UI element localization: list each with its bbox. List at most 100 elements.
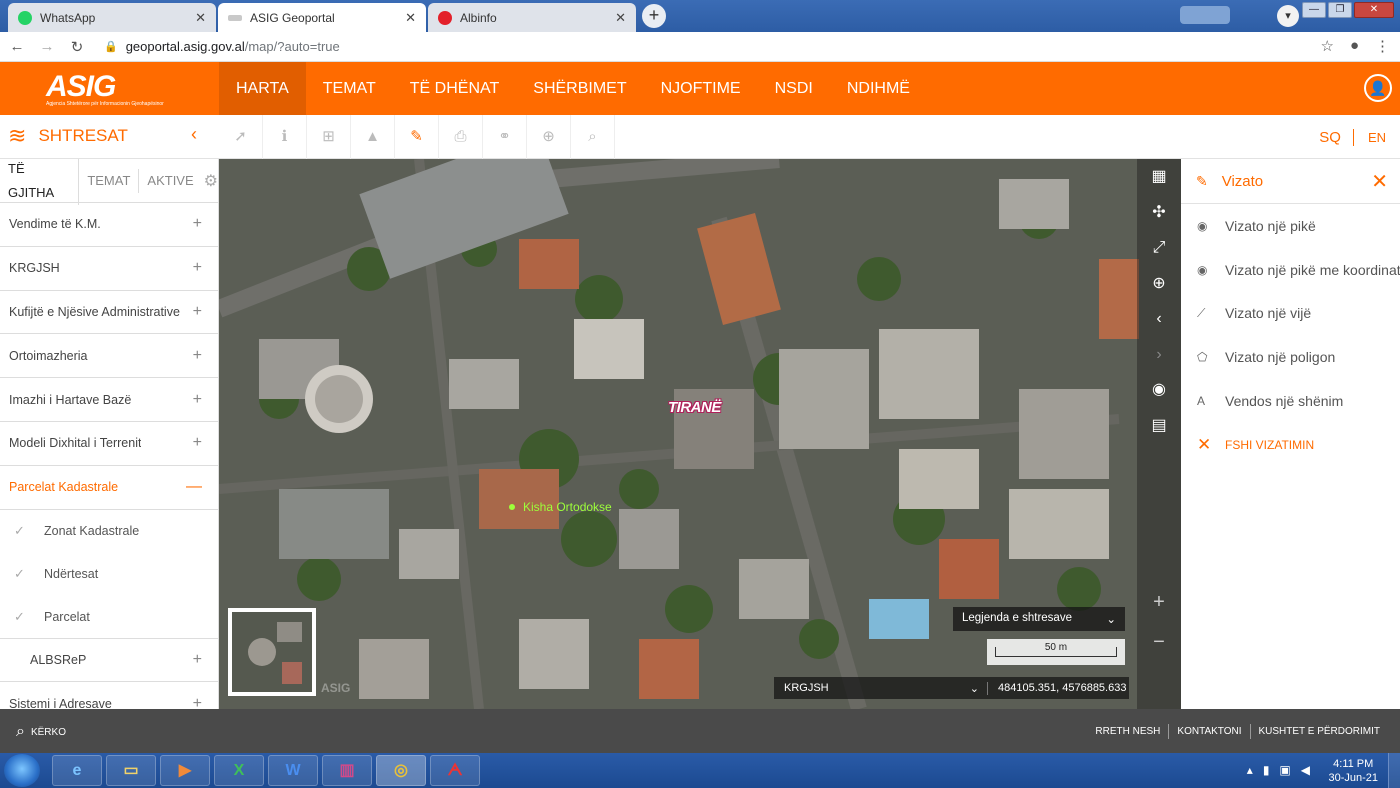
taskbar-clock[interactable]: 4:11 PM 30-Jun-21 bbox=[1328, 757, 1378, 785]
user-icon[interactable]: 👤 bbox=[1364, 74, 1392, 102]
back-icon[interactable]: ← bbox=[4, 38, 30, 55]
about-link[interactable]: RRETH NESH bbox=[1087, 724, 1168, 739]
nav-sherbimet[interactable]: SHËRBIMET bbox=[516, 62, 643, 115]
start-button[interactable] bbox=[4, 754, 40, 787]
expand-plus-icon[interactable]: + bbox=[193, 347, 202, 365]
volume-icon[interactable]: ◀ bbox=[1301, 763, 1310, 777]
overview-map[interactable] bbox=[228, 608, 316, 696]
grid-icon[interactable]: ▤ bbox=[1137, 408, 1181, 444]
close-icon[interactable]: ✕ bbox=[1371, 169, 1388, 194]
chrome-icon[interactable]: ◎ bbox=[376, 755, 426, 786]
expand-plus-icon[interactable]: + bbox=[193, 434, 202, 452]
draw-edit-icon[interactable]: ✎ bbox=[395, 115, 439, 159]
menu-dots-icon[interactable]: ⋮ bbox=[1375, 37, 1390, 55]
map-view[interactable]: ASIG TIRANË Kisha Ortodokse Legjenda e s… bbox=[219, 159, 1181, 709]
tab-albinfo[interactable]: Albinfo ✕ bbox=[428, 3, 636, 32]
search-icon[interactable]: ⌕ bbox=[571, 115, 615, 159]
check-icon[interactable]: ✓ bbox=[14, 609, 44, 625]
nav-harta[interactable]: HARTA bbox=[219, 62, 306, 115]
footer-search[interactable]: ⌕ KËRKO bbox=[16, 723, 66, 741]
draw-point-coords-button[interactable]: ◉ Vizato një pikë me koordinata bbox=[1181, 248, 1400, 292]
add-note-button[interactable]: A Vendos një shënim bbox=[1181, 379, 1400, 423]
layer-item[interactable]: ALBSReP + bbox=[0, 639, 218, 683]
tab-asig-geoportal[interactable]: ASIG Geoportal ✕ bbox=[218, 3, 426, 32]
add-circle-icon[interactable]: ⊕ bbox=[527, 115, 571, 159]
tab-active[interactable]: AKTIVE bbox=[139, 169, 201, 193]
select-pointer-icon[interactable]: ➚ bbox=[219, 115, 263, 159]
poi-label[interactable]: Kisha Ortodokse bbox=[509, 500, 612, 514]
draw-point-button[interactable]: ◉ Vizato një pikë bbox=[1181, 204, 1400, 248]
excel-icon[interactable]: X bbox=[214, 755, 264, 786]
zoom-box-icon[interactable]: ⊕ bbox=[1137, 266, 1181, 302]
word-icon[interactable]: W bbox=[268, 755, 318, 786]
lang-sq[interactable]: SQ bbox=[1307, 128, 1354, 146]
layer-item[interactable]: Kufijtë e Njësive Administrative + bbox=[0, 291, 218, 335]
expand-plus-icon[interactable]: + bbox=[193, 215, 202, 233]
expand-plus-icon[interactable]: + bbox=[193, 303, 202, 321]
close-window-button[interactable]: ✕ bbox=[1354, 2, 1394, 18]
fullscreen-icon[interactable]: ⤢ bbox=[1137, 230, 1181, 266]
zoom-in-icon[interactable]: + bbox=[1145, 591, 1173, 631]
network-icon[interactable]: ▣ bbox=[1279, 763, 1290, 777]
globe-icon[interactable]: ◉ bbox=[1137, 372, 1181, 408]
winrar-icon[interactable]: ▥ bbox=[322, 755, 372, 786]
show-desktop-button[interactable] bbox=[1388, 753, 1400, 788]
check-icon[interactable]: ✓ bbox=[14, 566, 44, 582]
nav-te-dhenat[interactable]: TË DHËNAT bbox=[393, 62, 516, 115]
tray-arrow-icon[interactable]: ▴ bbox=[1247, 763, 1253, 777]
layer-item[interactable]: Vendime të K.M. + bbox=[0, 203, 218, 247]
layer-legend-dropdown[interactable]: Legjenda e shtresave ⌄ bbox=[953, 607, 1125, 631]
tab-whatsapp[interactable]: WhatsApp ✕ bbox=[8, 3, 216, 32]
expand-plus-icon[interactable]: + bbox=[193, 695, 202, 709]
close-icon[interactable]: ✕ bbox=[615, 10, 626, 26]
profile-badge[interactable] bbox=[1180, 6, 1230, 24]
terms-link[interactable]: KUSHTET E PËRDORIMIT bbox=[1249, 724, 1389, 739]
sublayer-item[interactable]: ✓ Ndërtesat bbox=[0, 553, 218, 596]
layer-item[interactable]: Imazhi i Hartave Bazë + bbox=[0, 378, 218, 422]
zoom-out-icon[interactable]: − bbox=[1145, 631, 1173, 671]
crs-select[interactable]: KRGJSH ⌄ bbox=[774, 681, 988, 695]
check-icon[interactable]: ✓ bbox=[14, 523, 44, 539]
layer-item[interactable]: Ortoimazheria + bbox=[0, 334, 218, 379]
sublayer-item[interactable]: ✓ Parcelat bbox=[0, 596, 218, 639]
draw-polygon-button[interactable]: ⬠ Vizato një poligon bbox=[1181, 335, 1400, 379]
previous-extent-icon[interactable]: ‹ bbox=[1137, 301, 1181, 337]
account-icon[interactable]: ● bbox=[1350, 37, 1359, 55]
collapse-minus-icon[interactable]: — bbox=[186, 478, 202, 496]
expand-plus-icon[interactable]: + bbox=[193, 391, 202, 409]
explorer-folder-icon[interactable]: ▭ bbox=[106, 755, 156, 786]
full-extent-icon[interactable]: ✣ bbox=[1137, 195, 1181, 231]
basemap-icon[interactable]: ▦ bbox=[1137, 159, 1181, 195]
media-player-icon[interactable]: ▶ bbox=[160, 755, 210, 786]
lang-en[interactable]: EN bbox=[1354, 130, 1400, 145]
new-tab-button[interactable]: + bbox=[642, 4, 666, 28]
gear-icon[interactable]: ⚙ bbox=[204, 171, 218, 191]
reload-icon[interactable]: ↻ bbox=[64, 38, 90, 56]
tab-themes[interactable]: TEMAT bbox=[79, 168, 140, 193]
url-field[interactable]: 🔒 geoportal.asig.gov.al/map/?auto=true bbox=[104, 39, 340, 54]
minimize-button[interactable]: — bbox=[1302, 2, 1326, 18]
battery-icon[interactable]: ▮ bbox=[1263, 763, 1270, 777]
link-icon[interactable]: ⚭ bbox=[483, 115, 527, 159]
close-icon[interactable]: ✕ bbox=[195, 10, 206, 26]
info-icon[interactable]: ℹ bbox=[263, 115, 307, 159]
layer-item[interactable]: Sistemi i Adresave + bbox=[0, 682, 218, 709]
layer-item-parcelat-kadastrale[interactable]: Parcelat Kadastrale — bbox=[0, 466, 218, 510]
contact-link[interactable]: KONTAKTONI bbox=[1168, 724, 1249, 739]
tab-all[interactable]: TË GJITHA bbox=[0, 159, 80, 205]
ie-icon[interactable]: e bbox=[52, 755, 102, 786]
acrobat-icon[interactable]: ᗅ bbox=[430, 755, 480, 786]
profile-chart-icon[interactable]: ▲ bbox=[351, 115, 395, 159]
nav-ndihme[interactable]: NDIHMË bbox=[830, 62, 927, 115]
close-icon[interactable]: ✕ bbox=[405, 10, 416, 26]
collapse-panel-icon[interactable]: ‹ bbox=[191, 124, 197, 145]
nav-njoftime[interactable]: NJOFTIME bbox=[644, 62, 758, 115]
nav-nsdi[interactable]: NSDI bbox=[758, 62, 830, 115]
clear-drawing-button[interactable]: ✕ FSHI VIZATIMIN bbox=[1181, 423, 1400, 467]
nav-temat[interactable]: TEMAT bbox=[306, 62, 393, 115]
tab-search-icon[interactable]: ▾ bbox=[1277, 5, 1299, 27]
add-layer-icon[interactable]: ⊞ bbox=[307, 115, 351, 159]
layer-item[interactable]: KRGJSH + bbox=[0, 247, 218, 291]
expand-plus-icon[interactable]: + bbox=[193, 259, 202, 277]
layer-item[interactable]: Modeli Dixhital i Terrenit + bbox=[0, 422, 218, 466]
